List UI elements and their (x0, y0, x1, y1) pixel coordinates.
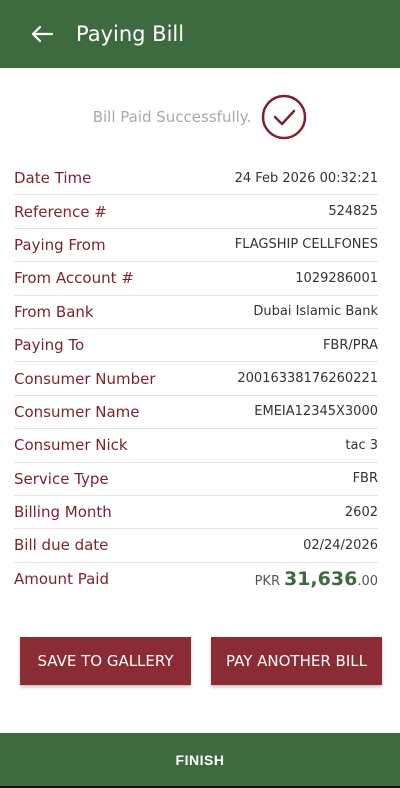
amount-value: PKR 31,636 .00 (255, 568, 378, 590)
arrow-left-icon (31, 25, 54, 43)
detail-label: Billing Month (14, 503, 112, 522)
check-circle-icon (262, 94, 307, 140)
detail-label: From Account # (14, 269, 134, 288)
payment-status: Bill Paid Successfully. (0, 90, 400, 144)
detail-row: Consumer Number 20016338176260221 (14, 362, 378, 396)
save-to-gallery-button[interactable]: SAVE TO GALLERY (20, 637, 191, 685)
amount-label: Amount Paid (14, 570, 109, 589)
action-buttons: SAVE TO GALLERY PAY ANOTHER BILL (20, 637, 382, 685)
detail-row: Bill due date 02/24/2026 (14, 529, 378, 563)
transaction-details: Date Time 24 Feb 2026 00:32:21 Reference… (14, 162, 378, 596)
detail-row: Reference # 524825 (14, 195, 378, 229)
detail-row: Consumer Nick tac 3 (14, 429, 378, 463)
amount-whole: 31,636 (283, 568, 358, 591)
detail-label: Consumer Number (14, 369, 156, 388)
detail-row: From Bank Dubai Islamic Bank (14, 296, 378, 329)
amount-decimal: .00 (357, 574, 378, 590)
detail-value: 24 Feb 2026 00:32:21 (234, 170, 378, 186)
finish-button[interactable]: FINISH (0, 733, 400, 786)
amount-currency: PKR (254, 574, 280, 590)
detail-row: Date Time 24 Feb 2026 00:32:21 (14, 162, 378, 196)
detail-value: FBR/PRA (322, 337, 378, 353)
detail-label: Bill due date (14, 536, 109, 555)
detail-row: Paying From FLAGSHIP CELLFONES (14, 229, 378, 263)
detail-value: tac 3 (345, 437, 378, 453)
detail-label: Paying To (14, 336, 85, 355)
detail-row: From Account # 1029286001 (14, 262, 378, 296)
detail-value: FLAGSHIP CELLFONES (234, 237, 378, 253)
detail-value: 20016338176260221 (237, 371, 378, 387)
back-button[interactable] (24, 16, 60, 52)
detail-row: Billing Month 2602 (14, 496, 378, 530)
detail-row: Paying To FBR/PRA (14, 329, 378, 363)
page-title: Paying Bill (76, 22, 185, 46)
detail-row: Service Type FBR (14, 463, 378, 496)
app-bar: Paying Bill (0, 0, 400, 68)
detail-value: Dubai Islamic Bank (253, 304, 378, 320)
detail-label: Reference # (14, 202, 107, 221)
detail-value: FBR (352, 471, 378, 487)
detail-label: Paying From (14, 235, 106, 254)
finish-label: FINISH (175, 751, 225, 768)
detail-label: From Bank (14, 302, 94, 321)
detail-label: Date Time (14, 169, 92, 188)
detail-label: Consumer Nick (14, 436, 128, 455)
detail-value: 1029286001 (295, 270, 378, 286)
status-message: Bill Paid Successfully. (92, 108, 252, 126)
detail-label: Service Type (14, 469, 109, 488)
detail-value: 2602 (344, 504, 378, 520)
detail-value: 02/24/2026 (303, 537, 378, 553)
detail-label: Consumer Name (14, 402, 140, 421)
detail-value: EMEIA12345X3000 (254, 404, 378, 420)
detail-value: 524825 (328, 204, 378, 220)
detail-row: Consumer Name EMEIA12345X3000 (14, 396, 378, 430)
pay-another-bill-button[interactable]: PAY ANOTHER BILL (211, 637, 382, 685)
amount-row: Amount Paid PKR 31,636 .00 (14, 563, 378, 596)
